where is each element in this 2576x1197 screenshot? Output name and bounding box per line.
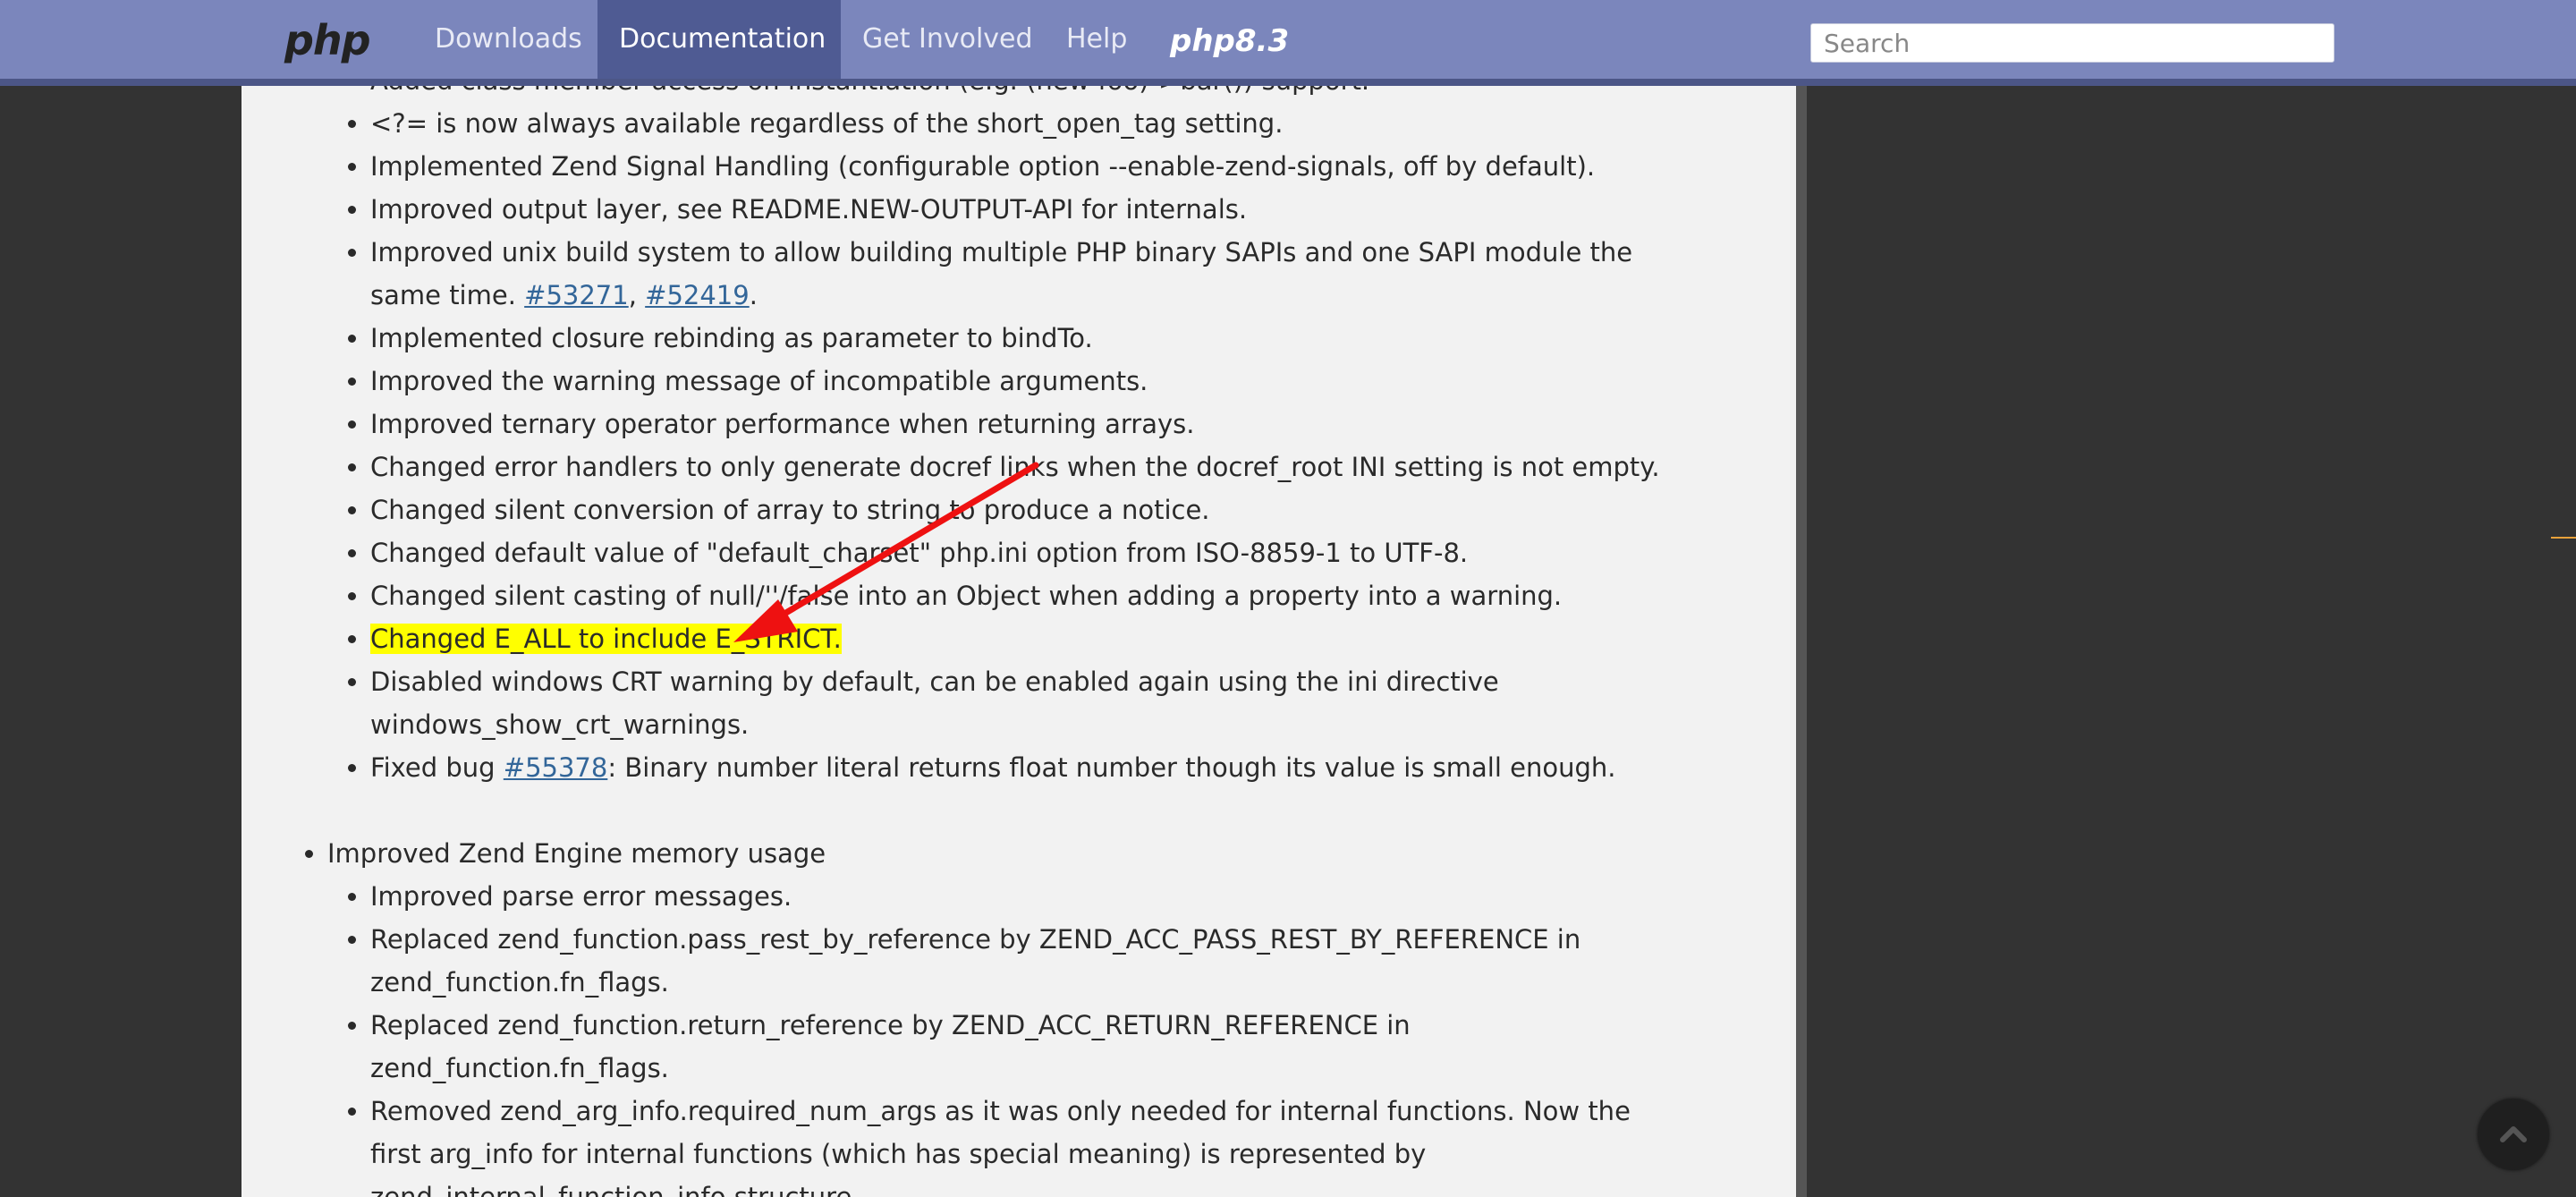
list-item-highlighted: Changed E_ALL to include E_STRICT. (370, 617, 1742, 660)
item-text: Fixed bug (370, 752, 504, 783)
php-logo[interactable]: php (284, 16, 371, 64)
search-input[interactable] (1810, 23, 2334, 63)
list-item: Improved unix build system to allow buil… (370, 231, 1742, 317)
top-navbar: php Downloads Documentation Get Involved… (0, 0, 2576, 86)
php-version-logo[interactable]: php8.3 (1170, 23, 1289, 59)
item-text: . (749, 280, 758, 310)
chevron-up-icon (2500, 1126, 2527, 1142)
list-item: Fixed bug #55378: Binary number literal … (370, 746, 1742, 789)
list-item: Changed silent casting of null/''/false … (370, 574, 1742, 617)
nav-downloads[interactable]: Downloads (413, 0, 604, 79)
list-item: Replaced zend_function.return_reference … (370, 1004, 1742, 1090)
list-item: Implemented Zend Signal Handling (config… (370, 145, 1742, 188)
scroll-to-top-button[interactable] (2478, 1099, 2549, 1170)
list-item: Improved parse error messages. (370, 875, 1742, 918)
list-item: <?= is now always available regardless o… (370, 102, 1742, 145)
list-item: Changed default value of "default_charse… (370, 531, 1742, 574)
nav-documentation[interactable]: Documentation (597, 0, 841, 79)
separator: , (628, 280, 646, 310)
changelog-content: Added class member access on instantiati… (242, 86, 1807, 1197)
list-item: Improved output layer, see README.NEW-OU… (370, 188, 1742, 231)
list-item: Replaced zend_function.pass_rest_by_refe… (370, 918, 1742, 1004)
list-item-memory-usage: Improved Zend Engine memory usage Improv… (327, 832, 1796, 1197)
sub-list-1: Added class member access on instantiati… (327, 86, 1742, 789)
highlighted-text: Changed E_ALL to include E_STRICT. (370, 624, 842, 654)
bug-link-53271[interactable]: #53271 (524, 280, 629, 310)
list-item: Implemented closure rebinding as paramet… (370, 317, 1742, 360)
list-item: Added class member access on instantiati… (370, 86, 1742, 102)
scroll-marker (2551, 537, 2576, 539)
nav-get-involved[interactable]: Get Involved (841, 0, 1055, 79)
list-item: Improved the warning message of incompat… (370, 360, 1742, 403)
section-title: Improved Zend Engine memory usage (327, 838, 826, 869)
list-item: Changed silent conversion of array to st… (370, 488, 1742, 531)
bug-link-52419[interactable]: #52419 (645, 280, 750, 310)
list-item: Changed error handlers to only generate … (370, 446, 1742, 488)
list-item: Improved ternary operator performance wh… (370, 403, 1742, 446)
nav-help[interactable]: Help (1045, 0, 1148, 79)
sub-list-2: Improved parse error messages. Replaced … (327, 875, 1742, 1197)
item-text: : Binary number literal returns float nu… (607, 752, 1616, 783)
list-item-zend-engine: Added class member access on instantiati… (327, 86, 1796, 789)
changelog-list: Added class member access on instantiati… (242, 86, 1796, 1197)
list-item: Removed zend_arg_info.required_num_args … (370, 1090, 1742, 1197)
bug-link-55378[interactable]: #55378 (504, 752, 608, 783)
list-item: Disabled windows CRT warning by default,… (370, 660, 1742, 746)
